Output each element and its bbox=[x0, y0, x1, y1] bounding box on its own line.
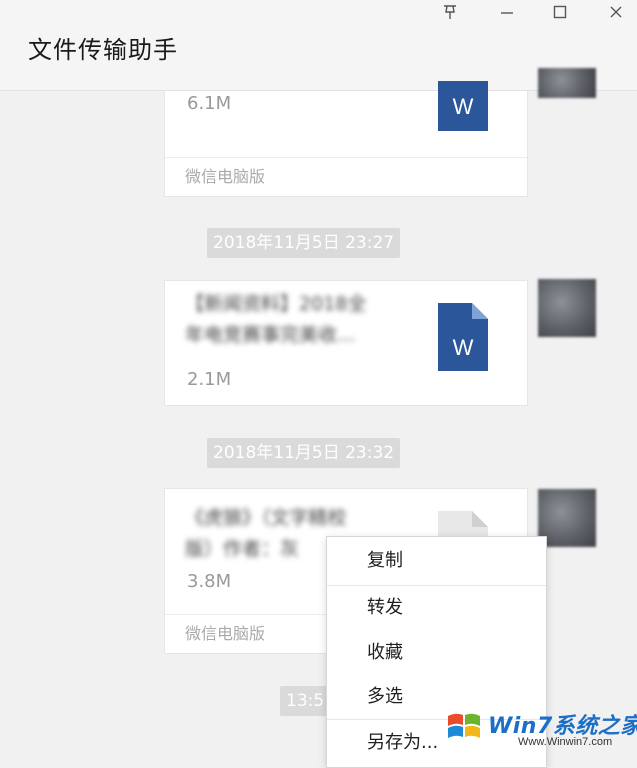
chat-title: 文件传输助手 bbox=[28, 36, 178, 64]
close-icon[interactable] bbox=[601, 0, 631, 24]
word-doc-icon: W bbox=[438, 303, 488, 375]
file-size: 6.1M bbox=[187, 93, 232, 114]
word-doc-icon: W bbox=[438, 81, 488, 135]
watermark: Win7系统之家 Www.Winwin7.com bbox=[440, 700, 637, 756]
timestamp: 2018年11月5日 23:27 bbox=[207, 228, 401, 258]
file-message[interactable]: 【新闻资料】2018全 年电竞赛事完美收... 2.1M W bbox=[164, 280, 528, 406]
file-size: 2.1M bbox=[187, 369, 232, 390]
timestamp: 13:5 bbox=[280, 686, 331, 716]
timestamp: 2018年11月5日 23:32 bbox=[207, 438, 401, 468]
pin-icon[interactable] bbox=[435, 0, 465, 24]
menu-item-forward[interactable]: 转发 bbox=[327, 586, 546, 630]
avatar[interactable] bbox=[538, 279, 596, 337]
maximize-icon[interactable] bbox=[545, 0, 575, 24]
word-letter: W bbox=[453, 335, 474, 360]
menu-item-favorite[interactable]: 收藏 bbox=[327, 631, 546, 675]
file-size: 3.8M bbox=[187, 571, 232, 592]
word-letter: W bbox=[453, 94, 474, 119]
message-source: 微信电脑版 bbox=[165, 157, 527, 196]
watermark-url: Www.Winwin7.com bbox=[518, 736, 613, 748]
minimize-icon[interactable] bbox=[492, 0, 522, 24]
avatar[interactable] bbox=[538, 68, 596, 98]
file-name: 【新闻资料】2018全 年电竞赛事完美收... bbox=[185, 293, 367, 346]
windows-logo-icon bbox=[448, 713, 480, 738]
file-message[interactable]: 6.1M W 微信电脑版 bbox=[164, 81, 528, 197]
menu-item-copy[interactable]: 复制 bbox=[327, 539, 546, 583]
